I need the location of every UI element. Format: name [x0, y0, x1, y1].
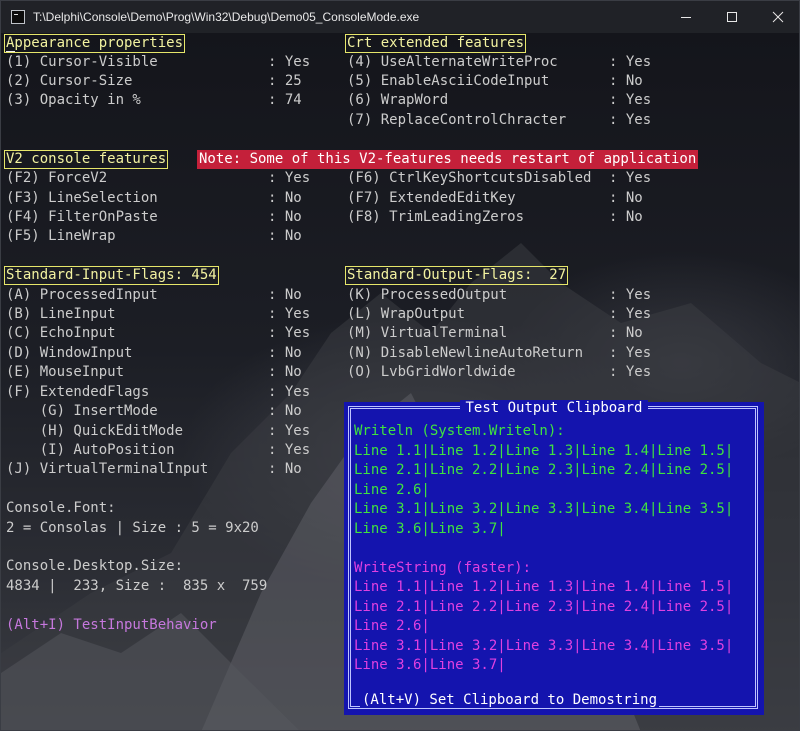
input-flag-item: (C) EchoInput: [6, 325, 116, 341]
desktop-size-value: 4834 | 233, Size : 835 x 759: [6, 578, 268, 594]
input-flag-value: : Yes: [268, 423, 311, 439]
input-flag-value: : No: [268, 403, 302, 419]
v2-item: (F8) TrimLeadingZeros: [347, 209, 525, 225]
output-flag-item: (L) WrapOutput: [347, 306, 466, 322]
console-app-icon: [11, 10, 25, 24]
input-flag-value: : No: [268, 364, 302, 380]
crt-item: (5) EnableAsciiCodeInput: [347, 73, 550, 89]
writeln-line: Line 2.1|Line 2.2|Line 2.3|Line 2.4|Line…: [354, 462, 734, 478]
minimize-icon: [681, 17, 691, 18]
output-flag-value: : Yes: [609, 287, 652, 303]
output-flag-value: : Yes: [609, 345, 652, 361]
v2-value: : Yes: [609, 170, 652, 186]
input-flag-item: (B) LineInput: [6, 306, 116, 322]
v2-item: (F3) LineSelection: [6, 190, 158, 206]
writeln-line: Line 3.6|Line 3.7|: [354, 520, 506, 537]
v2-value: : No: [268, 228, 302, 244]
appearance-item: (3) Opacity in %: [6, 92, 141, 108]
v2-value: : No: [609, 190, 643, 206]
v2-item: (F6) CtrlKeyShortcutsDisabled: [347, 170, 592, 186]
appearance-item: (1) Cursor-Visible: [6, 54, 158, 70]
output-flag-item: (N) DisableNewlineAutoReturn: [347, 345, 584, 361]
window-title: T:\Delphi\Console\Demo\Prog\Win32\Debug\…: [33, 10, 420, 24]
maximize-button[interactable]: [709, 1, 755, 33]
input-flag-item: (A) ProcessedInput: [6, 287, 158, 303]
v2-item: (F2) ForceV2: [6, 170, 108, 186]
test-input-behavior-shortcut[interactable]: (Alt+I) TestInputBehavior: [6, 616, 217, 635]
appearance-value: : Yes: [268, 54, 311, 70]
writeln-heading: Writeln (System.Writeln):: [354, 423, 565, 439]
crt-value: : Yes: [609, 112, 652, 128]
input-flags-heading: Standard-Input-Flags: 454: [4, 266, 219, 285]
crt-value: : Yes: [609, 92, 652, 108]
v2-value: : Yes: [268, 170, 311, 186]
input-flag-value: : Yes: [268, 325, 311, 341]
output-flag-value: : Yes: [609, 364, 652, 380]
desktop-size-label: Console.Desktop.Size:: [6, 558, 184, 574]
crt-value: : Yes: [609, 54, 652, 70]
output-flag-item: (O) LvbGridWorldwide: [347, 364, 516, 380]
close-icon: [772, 11, 784, 23]
input-flag-item: (D) WindowInput: [6, 345, 133, 361]
title-bar[interactable]: T:\Delphi\Console\Demo\Prog\Win32\Debug\…: [1, 1, 799, 33]
v2-value: : No: [609, 209, 643, 225]
appearance-heading: Appearance properties: [4, 34, 186, 53]
appearance-item: (2) Cursor-Size: [6, 73, 133, 89]
writeln-line: Line 1.1|Line 1.2|Line 1.3|Line 1.4|Line…: [354, 442, 734, 459]
writestring-line: Line 3.1|Line 3.2|Line 3.3|Line 3.4|Line…: [354, 637, 734, 654]
v2-item: (F4) FilterOnPaste: [6, 209, 158, 225]
v2-restart-note: Note: Some of this V2-features needs res…: [197, 150, 699, 169]
v2-item: (F5) LineWrap: [6, 228, 116, 244]
console-font-label: Console.Font:: [6, 500, 116, 516]
input-flag-value: : No: [268, 461, 302, 477]
input-flag-value: : Yes: [268, 306, 311, 322]
console-window: T:\Delphi\Console\Demo\Prog\Win32\Debug\…: [0, 0, 800, 731]
input-flag-item: (G) InsertMode: [6, 403, 158, 419]
writestring-line: Line 2.1|Line 2.2|Line 2.3|Line 2.4|Line…: [354, 598, 734, 615]
writeln-line: Line 3.1|Line 3.2|Line 3.3|Line 3.4|Line…: [354, 501, 734, 517]
writestring-line: Line 2.6|: [354, 618, 430, 634]
input-flag-value: : Yes: [268, 442, 311, 458]
output-flag-value: : Yes: [609, 306, 652, 322]
console-font-value: 2 = Consolas | Size : 5 = 9x20: [6, 520, 259, 536]
input-flag-value: : Yes: [268, 384, 311, 400]
input-flag-item: (H) QuickEditMode: [6, 423, 184, 439]
input-flag-item: (I) AutoPosition: [6, 442, 175, 458]
crt-item: (4) UseAlternateWriteProc: [347, 54, 558, 70]
output-flag-value: : No: [609, 325, 643, 341]
minimize-button[interactable]: [663, 1, 709, 33]
v2-value: : No: [268, 209, 302, 225]
v2-heading: V2 console features: [4, 150, 169, 169]
writestring-heading: WriteString (faster):: [354, 559, 532, 576]
crt-value: : No: [609, 73, 643, 89]
input-flag-item: (E) MouseInput: [6, 364, 125, 380]
crt-item: (7) ReplaceControlChracter: [347, 112, 567, 128]
input-flag-value: : No: [268, 287, 302, 303]
console-area[interactable]: Appearance properties (1) Cursor-Visible…: [1, 33, 799, 730]
input-flag-value: : No: [268, 345, 302, 361]
v2-item: (F7) ExtendedEditKey: [347, 190, 516, 206]
v2-value: : No: [268, 190, 302, 206]
writeln-line: Line 2.6|: [354, 481, 430, 498]
crt-heading: Crt extended features: [345, 34, 527, 53]
output-flags-heading: Standard-Output-Flags: 27: [345, 266, 569, 285]
clipboard-test-box: Test Output Clipboard Writeln (System.Wr…: [344, 400, 764, 715]
appearance-value: : 74: [268, 92, 302, 108]
crt-item: (6) WrapWord: [347, 92, 449, 108]
output-flag-item: (K) ProcessedOutput: [347, 287, 508, 303]
appearance-value: : 25: [268, 73, 302, 89]
input-flag-item: (J) VirtualTerminalInput: [6, 461, 209, 477]
clipboard-title: Test Output Clipboard: [344, 400, 764, 416]
output-flag-item: (M) VirtualTerminal: [347, 325, 508, 341]
set-clipboard-shortcut[interactable]: (Alt+V) Set Clipboard to Demostring: [360, 692, 660, 708]
close-button[interactable]: [755, 1, 799, 33]
maximize-icon: [727, 12, 737, 22]
writestring-line: Line 1.1|Line 1.2|Line 1.3|Line 1.4|Line…: [354, 579, 734, 595]
writestring-line: Line 3.6|Line 3.7|: [354, 657, 506, 673]
input-flag-item: (F) ExtendedFlags: [6, 384, 150, 400]
